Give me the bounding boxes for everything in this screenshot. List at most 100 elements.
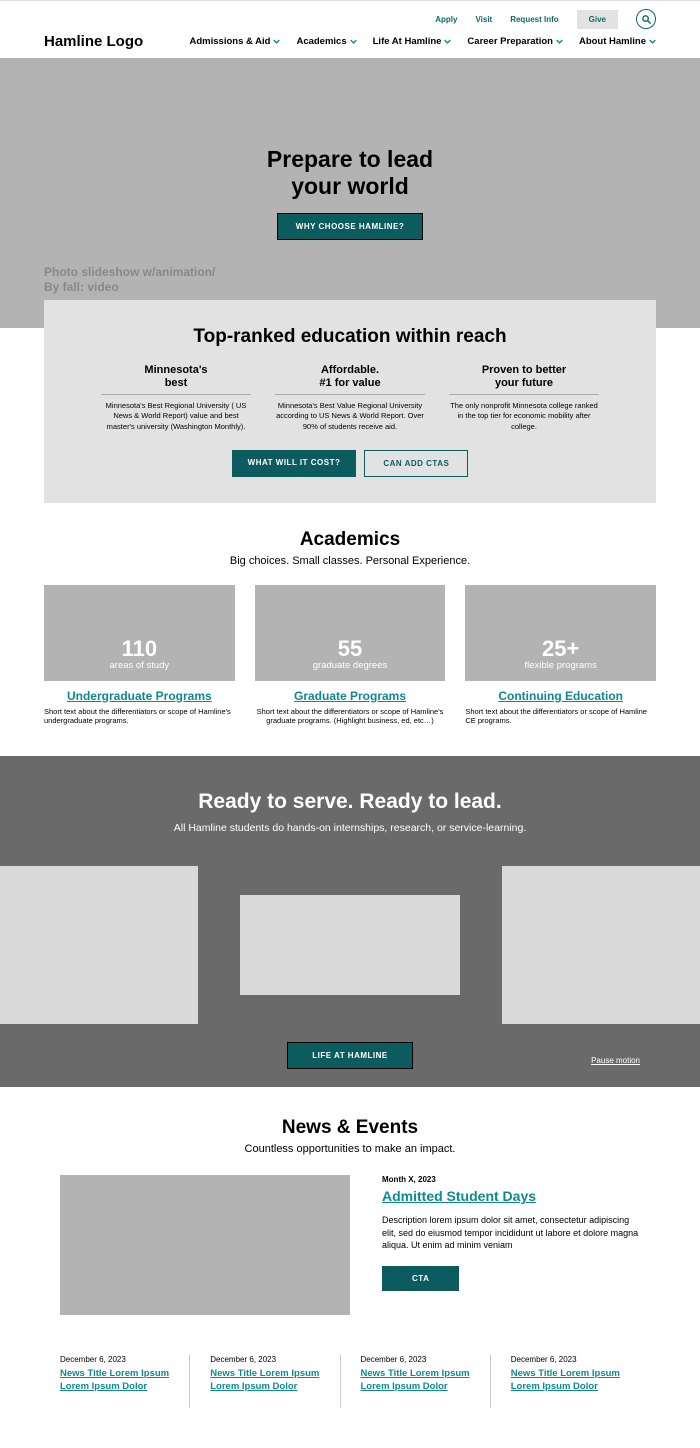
nav-academics[interactable]: Academics [296, 36, 356, 47]
featured-title-link[interactable]: Admitted Student Days [382, 1188, 536, 1204]
nav-label: About Hamline [579, 36, 646, 47]
stat-label: graduate degrees [313, 660, 387, 671]
pillar-affordable: Affordable.#1 for value Minnesota's Best… [275, 364, 425, 432]
ranked-title: Top-ranked education within reach [84, 326, 616, 348]
pillar-heading-line: your future [495, 377, 553, 389]
utility-nav: Apply Visit Request Info Give [44, 9, 656, 29]
card-graduate: 55 graduate degrees Graduate Programs Sh… [255, 585, 446, 727]
stat-label: flexible programs [525, 660, 597, 671]
news-title: News & Events [60, 1117, 640, 1139]
why-choose-button[interactable]: WHY CHOOSE HAMLINE? [277, 213, 423, 240]
carousel-slide [240, 895, 460, 995]
nav-about[interactable]: About Hamline [579, 36, 656, 47]
nav-label: Admissions & Aid [190, 36, 271, 47]
search-icon [641, 14, 652, 25]
nav-label: Academics [296, 36, 346, 47]
featured-cta-button[interactable]: CTA [382, 1266, 459, 1291]
news-date: December 6, 2023 [210, 1355, 319, 1364]
academics-title: Academics [44, 529, 656, 551]
pillar-heading-line: #1 for value [319, 377, 380, 389]
nav-career[interactable]: Career Preparation [467, 36, 563, 47]
add-ctas-button[interactable]: CAN ADD CTAS [364, 450, 468, 477]
stat-number: 25+ [542, 638, 579, 660]
news-title-link[interactable]: News Title Lorem Ipsum Lorem Ipsum Dolor [361, 1368, 470, 1393]
news-date: December 6, 2023 [60, 1355, 169, 1364]
featured-date: Month X, 2023 [382, 1175, 640, 1184]
card-image: 55 graduate degrees [255, 585, 446, 681]
life-at-hamline-button[interactable]: LIFE AT HAMLINE [287, 1042, 413, 1069]
serve-section: Ready to serve. Ready to lead. All Hamli… [0, 756, 700, 1087]
card-undergraduate: 110 areas of study Undergraduate Program… [44, 585, 235, 727]
pillar-heading-line: Minnesota's [144, 364, 207, 376]
chevron-down-icon [273, 38, 280, 45]
continuing-link[interactable]: Continuing Education [465, 689, 656, 703]
pillar-heading-line: best [165, 377, 188, 389]
card-description: Short text about the differentiators or … [465, 707, 656, 727]
give-button[interactable]: Give [577, 10, 618, 29]
news-title-link[interactable]: News Title Lorem Ipsum Lorem Ipsum Dolor [210, 1368, 319, 1393]
visit-link[interactable]: Visit [475, 15, 492, 24]
card-image: 25+ flexible programs [465, 585, 656, 681]
cost-button[interactable]: WHAT WILL IT COST? [232, 450, 357, 477]
hero-note-line: Photo slideshow w/animation/ [44, 265, 215, 279]
serve-subtitle: All Hamline students do hands-on interns… [0, 822, 700, 834]
carousel-center-wrap [234, 866, 466, 1024]
search-button[interactable] [636, 9, 656, 29]
pillar-heading-line: Affordable. [321, 364, 379, 376]
top-ranked-section: Top-ranked education within reach Minnes… [44, 300, 656, 503]
undergraduate-link[interactable]: Undergraduate Programs [44, 689, 235, 703]
news-list: December 6, 2023 News Title Lorem Ipsum … [60, 1355, 640, 1407]
hero-note-line: By fall: video [44, 280, 119, 294]
apply-link[interactable]: Apply [435, 15, 457, 24]
news-item: December 6, 2023 News Title Lorem Ipsum … [210, 1355, 340, 1407]
nav-label: Life At Hamline [373, 36, 442, 47]
nav-label: Career Preparation [467, 36, 553, 47]
pillar-body: Minnesota's Best Regional University ( U… [101, 401, 251, 431]
card-description: Short text about the differentiators or … [255, 707, 446, 727]
hero-title-line: your world [291, 173, 409, 199]
site-header: Apply Visit Request Info Give Hamline Lo… [0, 0, 700, 58]
request-info-link[interactable]: Request Info [510, 15, 558, 24]
serve-title: Ready to serve. Ready to lead. [0, 790, 700, 814]
pillar-body: The only nonprofit Minnesota college ran… [449, 401, 599, 431]
news-title-link[interactable]: News Title Lorem Ipsum Lorem Ipsum Dolor [60, 1368, 169, 1393]
news-subtitle: Countless opportunities to make an impac… [60, 1143, 640, 1155]
card-continuing: 25+ flexible programs Continuing Educati… [465, 585, 656, 727]
card-description: Short text about the differentiators or … [44, 707, 235, 727]
graduate-link[interactable]: Graduate Programs [255, 689, 446, 703]
pillar-heading-line: Proven to better [482, 364, 566, 376]
featured-image [60, 1175, 350, 1315]
stat-number: 55 [338, 638, 362, 660]
carousel-slide [502, 866, 700, 1024]
pillar-body: Minnesota's Best Value Regional Universi… [275, 401, 425, 431]
main-nav: Admissions & Aid Academics Life At Hamli… [190, 36, 656, 47]
chevron-down-icon [649, 38, 656, 45]
hero-annotation: Photo slideshow w/animation/ By fall: vi… [44, 265, 215, 295]
pillar-proven: Proven to betteryour future The only non… [449, 364, 599, 432]
pause-motion-link[interactable]: Pause motion [591, 1056, 640, 1065]
card-image: 110 areas of study [44, 585, 235, 681]
featured-description: Description lorem ipsum dolor sit amet, … [382, 1214, 640, 1252]
chevron-down-icon [556, 38, 563, 45]
featured-event: Month X, 2023 Admitted Student Days Desc… [60, 1175, 640, 1315]
hero-section: Prepare to lead your world WHY CHOOSE HA… [0, 58, 700, 328]
chevron-down-icon [350, 38, 357, 45]
nav-life[interactable]: Life At Hamline [373, 36, 452, 47]
chevron-down-icon [444, 38, 451, 45]
news-item: December 6, 2023 News Title Lorem Ipsum … [361, 1355, 491, 1407]
site-logo[interactable]: Hamline Logo [44, 33, 143, 50]
carousel-slide [0, 866, 198, 1024]
news-item: December 6, 2023 News Title Lorem Ipsum … [511, 1355, 640, 1407]
academics-section: Academics Big choices. Small classes. Pe… [0, 503, 700, 757]
nav-admissions[interactable]: Admissions & Aid [190, 36, 281, 47]
stat-label: areas of study [110, 660, 170, 671]
news-date: December 6, 2023 [361, 1355, 470, 1364]
carousel[interactable] [0, 866, 700, 1024]
academics-subtitle: Big choices. Small classes. Personal Exp… [44, 555, 656, 567]
hero-title-line: Prepare to lead [267, 146, 433, 172]
stat-number: 110 [122, 638, 158, 660]
pillar-minnesotas-best: Minnesota'sbest Minnesota's Best Regiona… [101, 364, 251, 432]
news-section: News & Events Countless opportunities to… [0, 1087, 700, 1447]
news-title-link[interactable]: News Title Lorem Ipsum Lorem Ipsum Dolor [511, 1368, 620, 1393]
hero-title: Prepare to lead your world [267, 146, 433, 199]
